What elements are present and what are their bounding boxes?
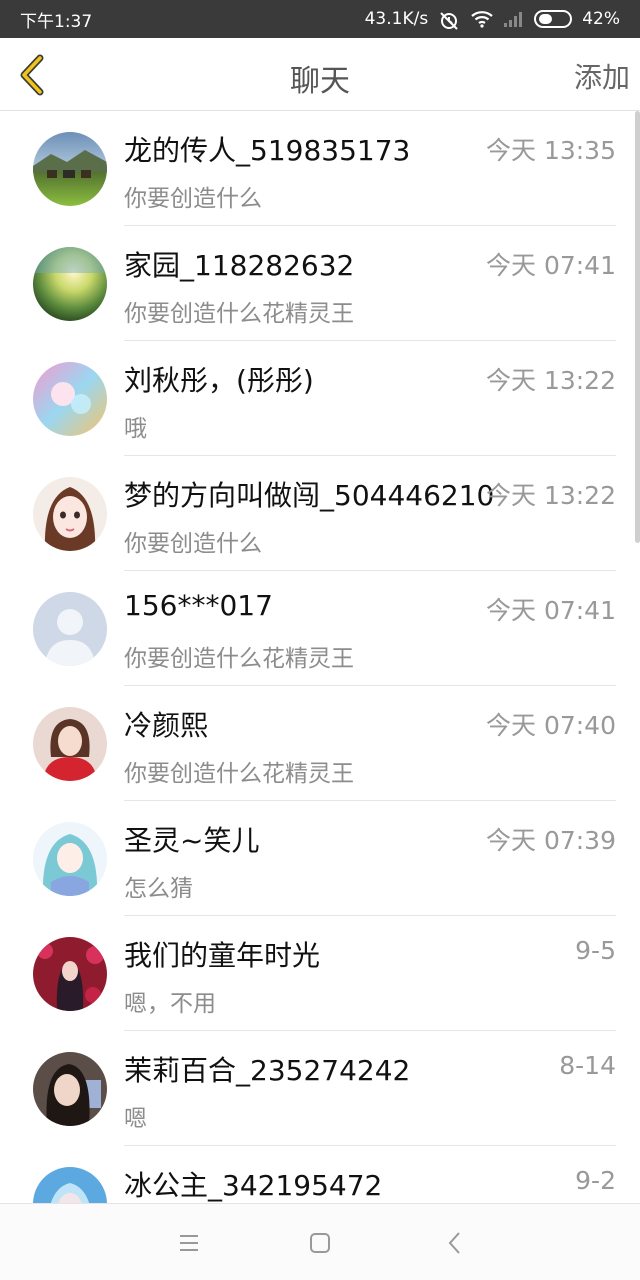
contact-name: 茉莉百合_235274242 xyxy=(124,1054,411,1087)
home-button[interactable] xyxy=(303,1226,337,1260)
message-time: 今天 07:40 xyxy=(486,711,616,740)
message-time: 今天 13:22 xyxy=(486,481,616,510)
message-preview: 你要创造什么 xyxy=(124,186,262,212)
message-preview: 嗯，不用 xyxy=(124,991,216,1017)
menu-icon xyxy=(180,1235,198,1251)
conversation-row[interactable]: 家园_118282632 今天 07:41 你要创造什么花精灵王 xyxy=(0,226,640,341)
contact-name: 家园_118282632 xyxy=(124,249,355,282)
status-right: 43.1K/s 42% xyxy=(364,9,620,30)
home-icon xyxy=(310,1233,330,1253)
avatar[interactable] xyxy=(33,477,107,551)
conversation-row[interactable]: 龙的传人_519835173 今天 13:35 你要创造什么 xyxy=(0,111,640,226)
battery-fill xyxy=(539,14,552,24)
conversation-row[interactable]: 茉莉百合_235274242 8-14 嗯 xyxy=(0,1031,640,1146)
message-preview: 嗯 xyxy=(124,1106,147,1132)
contact-name: 冷颜熙 xyxy=(124,709,209,742)
app-header: 聊天 添加 xyxy=(0,38,640,111)
message-preview: 哦 xyxy=(124,416,147,442)
avatar[interactable] xyxy=(33,1052,107,1126)
message-preview: 你要创造什么 xyxy=(124,531,262,557)
scrollbar[interactable] xyxy=(635,111,640,543)
message-time: 8-14 xyxy=(559,1051,616,1080)
avatar[interactable] xyxy=(33,707,107,781)
conversation-row[interactable]: 冷颜熙 今天 07:40 你要创造什么花精灵王 xyxy=(0,686,640,801)
avatar[interactable] xyxy=(33,362,107,436)
message-preview: 怎么猜 xyxy=(124,876,193,902)
contact-name: 我们的童年时光 xyxy=(124,939,321,972)
battery-percent: 42% xyxy=(582,9,620,29)
status-time: 下午1:37 xyxy=(20,11,93,32)
avatar[interactable] xyxy=(33,132,107,206)
back-icon xyxy=(448,1232,460,1254)
message-preview: 你要创造什么花精灵王 xyxy=(124,761,354,787)
message-time: 9-2 xyxy=(575,1166,616,1195)
signal-icon xyxy=(502,10,524,28)
message-time: 今天 07:41 xyxy=(486,251,616,280)
contact-name: 刘秋彤，(彤彤) xyxy=(124,364,314,397)
conversation-row[interactable]: 156***017 今天 07:41 你要创造什么花精灵王 xyxy=(0,571,640,686)
network-speed: 43.1K/s xyxy=(364,9,429,29)
avatar[interactable] xyxy=(33,592,107,666)
page-title: 聊天 xyxy=(290,64,350,99)
message-preview: 你要创造什么花精灵王 xyxy=(124,301,354,327)
conversation-row[interactable]: 圣灵~笑儿 今天 07:39 怎么猜 xyxy=(0,801,640,916)
message-time: 今天 07:39 xyxy=(486,826,616,855)
message-preview: 你要创造什么花精灵王 xyxy=(124,646,354,672)
add-button[interactable]: 添加 xyxy=(574,56,630,96)
menu-button[interactable] xyxy=(172,1226,206,1260)
conversation-row[interactable]: 刘秋彤，(彤彤) 今天 13:22 哦 xyxy=(0,341,640,456)
conversation-row[interactable]: 我们的童年时光 9-5 嗯，不用 xyxy=(0,916,640,1031)
screen: 下午1:37 43.1K/s 42% 聊天 添加 龙的传人_519835173 … xyxy=(0,0,640,1280)
message-time: 今天 13:22 xyxy=(486,366,616,395)
conversation-list: 龙的传人_519835173 今天 13:35 你要创造什么 家园_118282632… xyxy=(0,111,640,1203)
contact-name: 156***017 xyxy=(124,589,273,622)
system-nav-bar xyxy=(0,1203,640,1280)
message-time: 今天 13:35 xyxy=(486,136,616,165)
contact-name: 梦的方向叫做闯_504446210 xyxy=(124,479,495,512)
wifi-icon xyxy=(470,10,493,28)
conversation-row[interactable]: 冰公主_342195472 9-2 xyxy=(0,1146,640,1203)
avatar[interactable] xyxy=(33,1167,107,1203)
status-bar: 下午1:37 43.1K/s 42% xyxy=(0,0,640,38)
avatar[interactable] xyxy=(33,247,107,321)
message-time: 9-5 xyxy=(575,936,616,965)
alarm-off-icon xyxy=(438,10,460,30)
conversation-row[interactable]: 梦的方向叫做闯_504446210 今天 13:22 你要创造什么 xyxy=(0,456,640,571)
contact-name: 龙的传人_519835173 xyxy=(124,134,411,167)
avatar[interactable] xyxy=(33,822,107,896)
avatar[interactable] xyxy=(33,937,107,1011)
nav-back-button[interactable] xyxy=(438,1226,472,1260)
contact-name: 冰公主_342195472 xyxy=(124,1169,383,1202)
message-time: 今天 07:41 xyxy=(486,596,616,625)
battery-icon xyxy=(534,10,573,28)
contact-name: 圣灵~笑儿 xyxy=(124,824,260,857)
